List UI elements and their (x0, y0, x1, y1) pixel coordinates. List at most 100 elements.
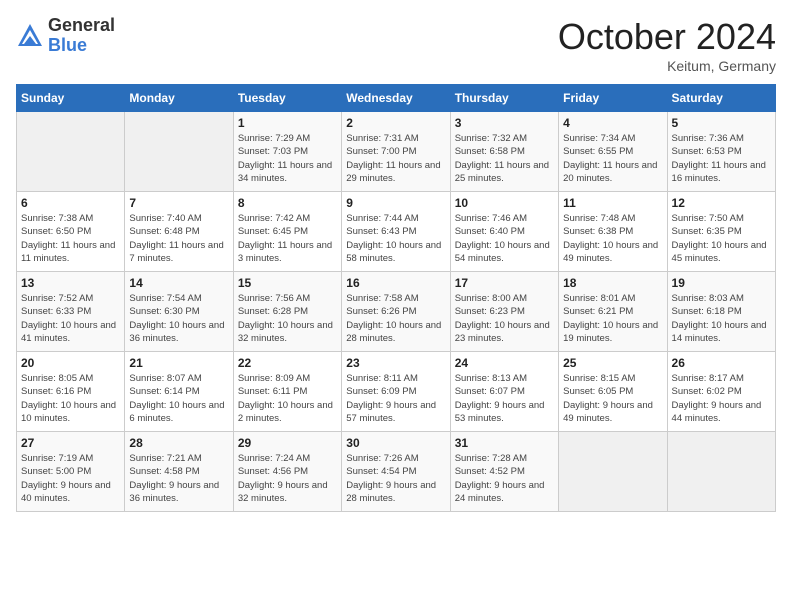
day-number: 19 (672, 276, 771, 290)
day-detail: Sunrise: 7:50 AMSunset: 6:35 PMDaylight:… (672, 212, 771, 265)
calendar-cell: 19Sunrise: 8:03 AMSunset: 6:18 PMDayligh… (667, 272, 775, 352)
day-detail: Sunrise: 7:54 AMSunset: 6:30 PMDaylight:… (129, 292, 228, 345)
location-label: Keitum, Germany (558, 58, 776, 74)
day-detail: Sunrise: 7:24 AMSunset: 4:56 PMDaylight:… (238, 452, 337, 505)
calendar-cell: 30 Sunrise: 7:26 AMSunset: 4:54 PMDayligh… (342, 432, 450, 512)
logo: General Blue (16, 16, 115, 56)
calendar-week-5: 27 Sunrise: 7:19 AMSunset: 5:00 PMDayligh… (17, 432, 776, 512)
day-detail: Sunrise: 7:58 AMSunset: 6:26 PMDaylight:… (346, 292, 445, 345)
page-header: General Blue October 2024 Keitum, German… (16, 16, 776, 74)
calendar-cell (559, 432, 667, 512)
day-number: 25 (563, 356, 662, 370)
day-detail: Sunrise: 7:26 AMSunset: 4:54 PMDaylight:… (346, 452, 445, 505)
calendar-cell (125, 112, 233, 192)
weekday-header-thursday: Thursday (450, 85, 558, 112)
day-detail: Sunrise: 7:28 AMSunset: 4:52 PMDaylight:… (455, 452, 554, 505)
day-number: 3 (455, 116, 554, 130)
day-number: 23 (346, 356, 445, 370)
calendar-cell: 26Sunrise: 8:17 AMSunset: 6:02 PMDayligh… (667, 352, 775, 432)
day-detail: Sunrise: 8:09 AMSunset: 6:11 PMDaylight:… (238, 372, 337, 425)
day-number: 27 (21, 436, 120, 450)
calendar-week-2: 6 Sunrise: 7:38 AMSunset: 6:50 PMDaylight… (17, 192, 776, 272)
calendar-cell (667, 432, 775, 512)
day-number: 6 (21, 196, 120, 210)
day-detail: Sunrise: 7:29 AMSunset: 7:03 PMDaylight:… (238, 132, 337, 185)
day-number: 11 (563, 196, 662, 210)
weekday-header-monday: Monday (125, 85, 233, 112)
weekday-header-friday: Friday (559, 85, 667, 112)
calendar-cell (17, 112, 125, 192)
calendar-cell: 22Sunrise: 8:09 AMSunset: 6:11 PMDayligh… (233, 352, 341, 432)
calendar-cell: 29Sunrise: 7:24 AMSunset: 4:56 PMDayligh… (233, 432, 341, 512)
day-detail: Sunrise: 8:05 AMSunset: 6:16 PMDaylight:… (21, 372, 120, 425)
logo-general-label: General (48, 16, 115, 36)
day-number: 18 (563, 276, 662, 290)
day-number: 2 (346, 116, 445, 130)
month-title: October 2024 (558, 16, 776, 58)
day-detail: Sunrise: 7:40 AMSunset: 6:48 PMDaylight:… (129, 212, 228, 265)
calendar-cell: 17 Sunrise: 8:00 AMSunset: 6:23 PMDayligh… (450, 272, 558, 352)
day-detail: Sunrise: 8:00 AMSunset: 6:23 PMDaylight:… (455, 292, 554, 345)
day-number: 8 (238, 196, 337, 210)
day-number: 10 (455, 196, 554, 210)
weekday-header-saturday: Saturday (667, 85, 775, 112)
calendar-cell: 24Sunrise: 8:13 AMSunset: 6:07 PMDayligh… (450, 352, 558, 432)
weekday-row: SundayMondayTuesdayWednesdayThursdayFrid… (17, 85, 776, 112)
calendar-cell: 14 Sunrise: 7:54 AMSunset: 6:30 PMDayligh… (125, 272, 233, 352)
day-detail: Sunrise: 7:48 AMSunset: 6:38 PMDaylight:… (563, 212, 662, 265)
day-detail: Sunrise: 7:38 AMSunset: 6:50 PMDaylight:… (21, 212, 120, 265)
calendar-header: SundayMondayTuesdayWednesdayThursdayFrid… (17, 85, 776, 112)
calendar-week-1: 1 Sunrise: 7:29 AMSunset: 7:03 PMDaylight… (17, 112, 776, 192)
day-detail: Sunrise: 7:34 AMSunset: 6:55 PMDaylight:… (563, 132, 662, 185)
day-detail: Sunrise: 8:17 AMSunset: 6:02 PMDaylight:… (672, 372, 771, 425)
calendar-cell: 4Sunrise: 7:34 AMSunset: 6:55 PMDaylight… (559, 112, 667, 192)
calendar-cell: 15 Sunrise: 7:56 AMSunset: 6:28 PMDayligh… (233, 272, 341, 352)
day-detail: Sunrise: 8:15 AMSunset: 6:05 PMDaylight:… (563, 372, 662, 425)
calendar-cell: 25 Sunrise: 8:15 AMSunset: 6:05 PMDayligh… (559, 352, 667, 432)
calendar-cell: 23 Sunrise: 8:11 AMSunset: 6:09 PMDayligh… (342, 352, 450, 432)
day-detail: Sunrise: 7:32 AMSunset: 6:58 PMDaylight:… (455, 132, 554, 185)
calendar-cell: 27 Sunrise: 7:19 AMSunset: 5:00 PMDayligh… (17, 432, 125, 512)
day-detail: Sunrise: 8:11 AMSunset: 6:09 PMDaylight:… (346, 372, 445, 425)
calendar-cell: 1 Sunrise: 7:29 AMSunset: 7:03 PMDaylight… (233, 112, 341, 192)
day-detail: Sunrise: 7:31 AMSunset: 7:00 PMDaylight:… (346, 132, 445, 185)
calendar-body: 1 Sunrise: 7:29 AMSunset: 7:03 PMDaylight… (17, 112, 776, 512)
day-number: 31 (455, 436, 554, 450)
day-number: 28 (129, 436, 228, 450)
logo-icon (16, 22, 44, 50)
day-detail: Sunrise: 7:19 AMSunset: 5:00 PMDaylight:… (21, 452, 120, 505)
title-block: October 2024 Keitum, Germany (558, 16, 776, 74)
calendar-cell: 5Sunrise: 7:36 AMSunset: 6:53 PMDaylight… (667, 112, 775, 192)
calendar-cell: 6 Sunrise: 7:38 AMSunset: 6:50 PMDaylight… (17, 192, 125, 272)
calendar-cell: 13 Sunrise: 7:52 AMSunset: 6:33 PMDayligh… (17, 272, 125, 352)
day-detail: Sunrise: 7:52 AMSunset: 6:33 PMDaylight:… (21, 292, 120, 345)
weekday-header-tuesday: Tuesday (233, 85, 341, 112)
day-number: 21 (129, 356, 228, 370)
day-detail: Sunrise: 7:21 AMSunset: 4:58 PMDaylight:… (129, 452, 228, 505)
day-number: 15 (238, 276, 337, 290)
calendar-cell: 20 Sunrise: 8:05 AMSunset: 6:16 PMDayligh… (17, 352, 125, 432)
calendar-cell: 3 Sunrise: 7:32 AMSunset: 6:58 PMDaylight… (450, 112, 558, 192)
calendar-week-4: 20 Sunrise: 8:05 AMSunset: 6:16 PMDayligh… (17, 352, 776, 432)
calendar-cell: 10 Sunrise: 7:46 AMSunset: 6:40 PMDayligh… (450, 192, 558, 272)
day-number: 12 (672, 196, 771, 210)
calendar-cell: 31 Sunrise: 7:28 AMSunset: 4:52 PMDayligh… (450, 432, 558, 512)
day-detail: Sunrise: 7:46 AMSunset: 6:40 PMDaylight:… (455, 212, 554, 265)
calendar-cell: 7Sunrise: 7:40 AMSunset: 6:48 PMDaylight… (125, 192, 233, 272)
calendar-cell: 9Sunrise: 7:44 AMSunset: 6:43 PMDaylight… (342, 192, 450, 272)
logo-text: General Blue (48, 16, 115, 56)
calendar-cell: 12 Sunrise: 7:50 AMSunset: 6:35 PMDayligh… (667, 192, 775, 272)
calendar-cell: 2 Sunrise: 7:31 AMSunset: 7:00 PMDaylight… (342, 112, 450, 192)
calendar-cell: 21 Sunrise: 8:07 AMSunset: 6:14 PMDayligh… (125, 352, 233, 432)
day-number: 13 (21, 276, 120, 290)
logo-blue-label: Blue (48, 36, 115, 56)
day-number: 30 (346, 436, 445, 450)
day-number: 17 (455, 276, 554, 290)
weekday-header-wednesday: Wednesday (342, 85, 450, 112)
day-detail: Sunrise: 8:07 AMSunset: 6:14 PMDaylight:… (129, 372, 228, 425)
day-number: 20 (21, 356, 120, 370)
day-detail: Sunrise: 7:44 AMSunset: 6:43 PMDaylight:… (346, 212, 445, 265)
day-detail: Sunrise: 7:56 AMSunset: 6:28 PMDaylight:… (238, 292, 337, 345)
day-number: 14 (129, 276, 228, 290)
day-number: 1 (238, 116, 337, 130)
